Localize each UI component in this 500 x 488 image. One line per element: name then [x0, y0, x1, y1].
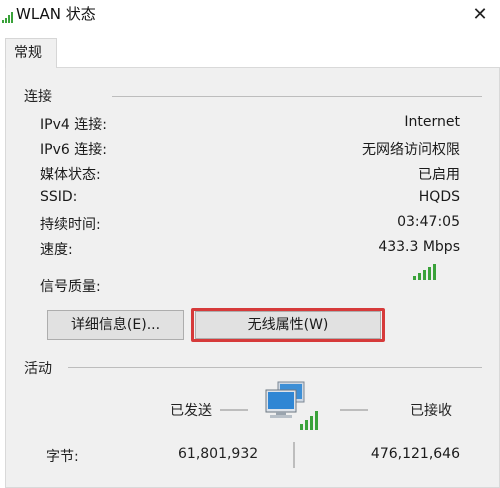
ipv4-value: Internet [404, 114, 460, 130]
sent-line [220, 409, 248, 411]
tab-general[interactable]: 常规 [5, 38, 57, 68]
bytes-sent-value: 61,801,932 [178, 446, 259, 462]
connection-divider [112, 96, 482, 97]
duration-label: 持续时间: [40, 217, 101, 233]
bytes-received-value: 476,121,646 [370, 446, 460, 462]
received-line [340, 409, 368, 411]
sent-label: 已发送 [170, 403, 212, 419]
ipv4-label: IPv4 连接: [40, 117, 107, 133]
media-state-label: 媒体状态: [40, 167, 101, 183]
media-state-value: 已启用 [418, 167, 460, 183]
close-button[interactable]: ✕ [460, 0, 500, 28]
received-label: 已接收 [410, 403, 452, 419]
ipv6-label: IPv6 连接: [40, 142, 107, 158]
activity-section-title: 活动 [24, 361, 52, 377]
speed-value: 433.3 Mbps [378, 239, 460, 255]
signal-quality-label: 信号质量: [40, 279, 101, 295]
signal-strength-icon [413, 262, 436, 280]
bytes-label: 字节: [46, 449, 79, 465]
signal-bar [418, 273, 421, 280]
duration-value: 03:47:05 [397, 214, 460, 230]
wireless-properties-button[interactable]: 无线属性(W) [195, 311, 381, 339]
connection-section-title: 连接 [24, 89, 52, 105]
speed-label: 速度: [40, 242, 73, 258]
network-computers-icon [262, 380, 322, 435]
window-title: WLAN 状态 [16, 5, 96, 23]
signal-bar [433, 264, 436, 280]
activity-divider [68, 367, 482, 368]
signal-bar [423, 270, 426, 280]
signal-bar [428, 267, 431, 280]
signal-bar [413, 276, 416, 280]
bytes-separator [293, 442, 295, 468]
ssid-label: SSID: [40, 189, 78, 205]
details-button[interactable]: 详细信息(E)... [47, 310, 184, 340]
ssid-value: HQDS [418, 189, 460, 205]
title-bar: WLAN 状态 ✕ [0, 0, 500, 30]
ipv6-value: 无网络访问权限 [362, 142, 460, 158]
close-icon: ✕ [472, 3, 488, 25]
tab-strip: 常规 [0, 30, 500, 70]
wlan-signal-icon [2, 8, 14, 23]
